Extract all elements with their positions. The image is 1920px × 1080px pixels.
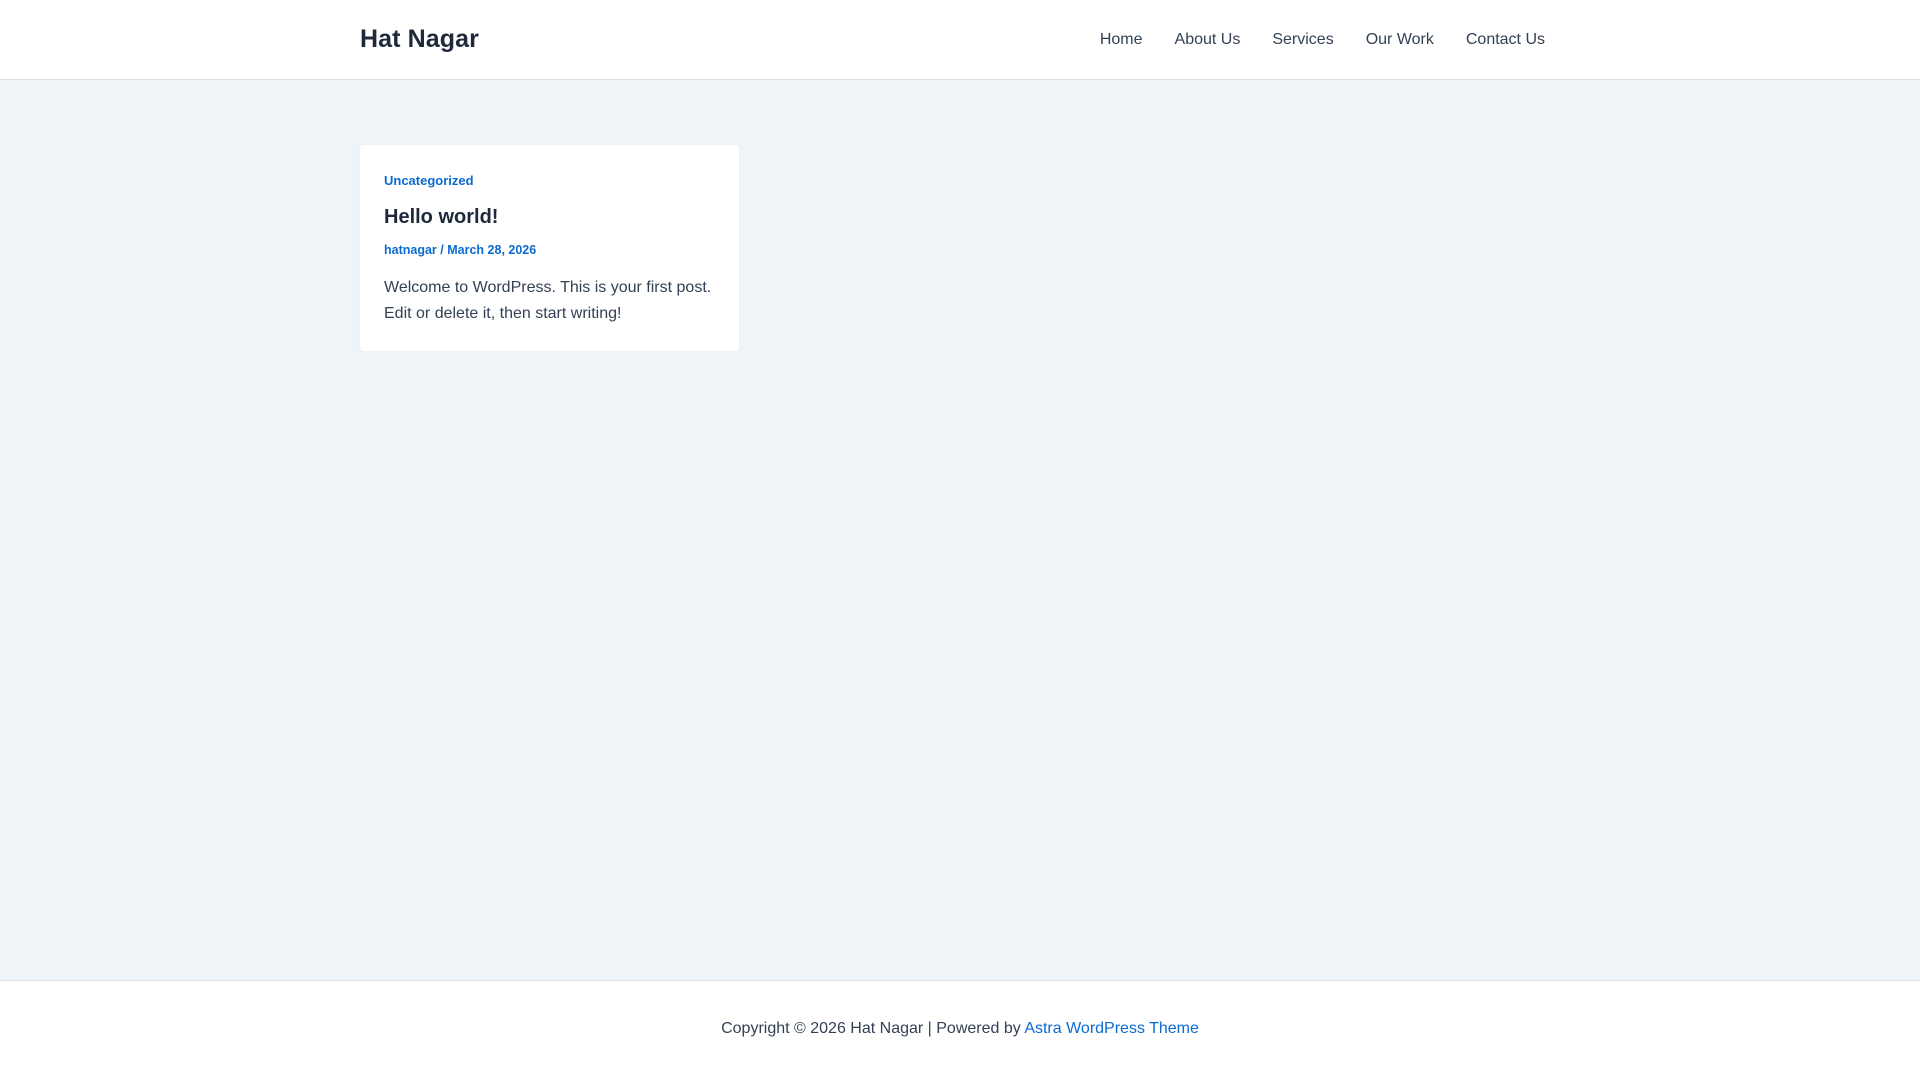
footer-copyright-text: Copyright © 2026 Hat Nagar | Powered by <box>721 1020 1021 1037</box>
post-title-link[interactable]: Hello world! <box>384 206 715 229</box>
post-category-link[interactable]: Uncategorized <box>384 173 474 188</box>
post-meta: hatnagar / March 28, 2026 <box>384 243 715 257</box>
post-excerpt: Welcome to WordPress. This is your first… <box>384 279 712 322</box>
nav-item-our-work[interactable]: Our Work <box>1350 0 1450 79</box>
site-header: Hat Nagar Home About Us Services Our Wor… <box>0 0 1920 80</box>
footer-theme-link[interactable]: Astra WordPress Theme <box>1024 1020 1199 1037</box>
nav-item-home[interactable]: Home <box>1084 0 1159 79</box>
footer-copyright: Copyright © 2026 Hat Nagar | Powered by … <box>721 1020 1199 1038</box>
nav-item-services[interactable]: Services <box>1256 0 1349 79</box>
nav-item-about-us[interactable]: About Us <box>1159 0 1257 79</box>
site-title-link[interactable]: Hat Nagar <box>360 25 479 54</box>
post-card: Uncategorized Hello world! hatnagar / Ma… <box>360 145 739 351</box>
page: Hat Nagar Home About Us Services Our Wor… <box>0 0 1920 1080</box>
post-date-link[interactable]: March 28, 2026 <box>447 243 536 257</box>
main-content: Uncategorized Hello world! hatnagar / Ma… <box>0 80 1920 980</box>
content-container: Uncategorized Hello world! hatnagar / Ma… <box>360 80 1545 351</box>
header-inner: Hat Nagar Home About Us Services Our Wor… <box>360 0 1545 79</box>
primary-navigation: Home About Us Services Our Work Contact … <box>1084 0 1545 79</box>
site-footer: Copyright © 2026 Hat Nagar | Powered by … <box>0 980 1920 1080</box>
post-author-link[interactable]: hatnagar <box>384 243 437 257</box>
nav-item-contact-us[interactable]: Contact Us <box>1450 0 1545 79</box>
